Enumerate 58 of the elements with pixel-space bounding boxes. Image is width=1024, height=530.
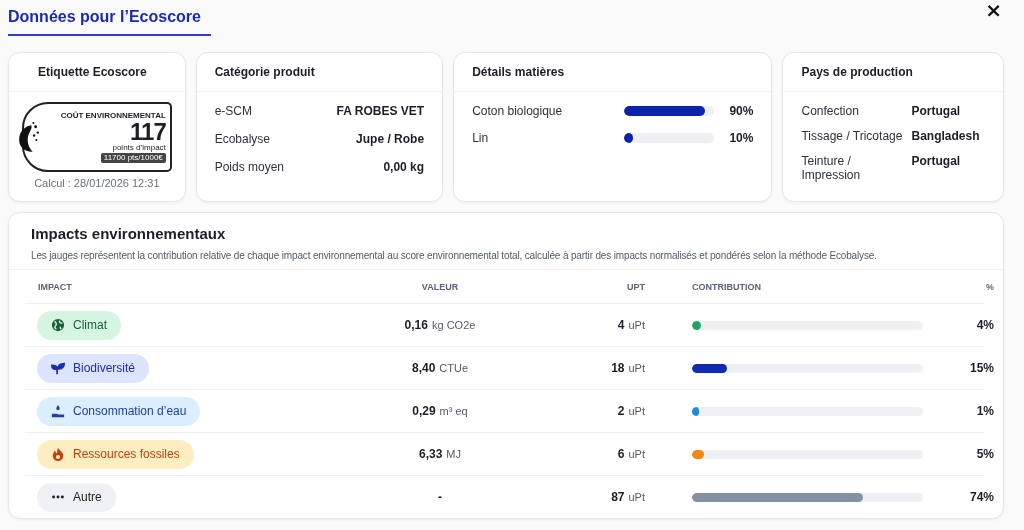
material-name: Coton biologique	[472, 104, 564, 118]
impact-value: 0,16 kg CO2e	[403, 318, 477, 332]
field-value: Portugal	[911, 154, 961, 170]
label-heading: COÛT ENVIRONNEMENTAL	[60, 111, 166, 120]
dialog-title: Données pour l’Ecoscore	[8, 8, 211, 36]
field-label: Confection	[801, 104, 860, 118]
field-value: Bangladesh	[911, 129, 980, 143]
material-percent: 90%	[729, 104, 754, 118]
computed-date: Calcul : 28/01/2026 12:31	[34, 177, 160, 189]
impact-value: 6,33 MJ	[418, 447, 462, 461]
column-header: IMPACT	[37, 281, 73, 292]
column-header: UPT	[626, 281, 645, 292]
contribution-percent: 74%	[968, 490, 994, 504]
field-label: e-SCM	[214, 104, 252, 118]
field-label: Ecobalyse	[214, 132, 270, 146]
field-value: FA ROBES VET	[336, 104, 425, 118]
card-title: Catégorie produit	[196, 53, 443, 92]
field-label: Teinture / Impression	[801, 154, 862, 182]
hand-drop-icon	[51, 404, 65, 418]
card-title: Pays de production	[783, 53, 1003, 92]
impact-points: 2 uPt	[616, 404, 645, 418]
flame-icon	[51, 447, 65, 461]
contribution-percent: 4%	[975, 318, 994, 332]
impact-value: -	[437, 490, 443, 504]
impact-value: 0,29 m³ eq	[411, 404, 469, 418]
ratio-badge: 11700 pts/1000€	[100, 152, 166, 163]
material-name: Lin	[472, 131, 490, 145]
field-value: Jupe / Robe	[356, 132, 425, 146]
impact-points: 18 uPt	[610, 361, 645, 375]
impact-points: 6 uPt	[616, 447, 645, 461]
impact-points: 87 uPt	[610, 490, 645, 504]
impact-tag: Consommation d’eau	[37, 396, 201, 426]
section-title: Impacts environnementaux	[31, 225, 227, 242]
impact-tag: Climat	[37, 310, 121, 340]
contribution-percent: 5%	[975, 447, 994, 461]
field-value: 0,00 kg	[383, 160, 425, 174]
globe-icon	[51, 318, 65, 332]
field-label: Poids moyen	[214, 160, 284, 174]
column-header: CONTRIBUTION	[691, 281, 762, 292]
field-label: Tissage / Tricotage	[801, 129, 904, 143]
card-title: Etiquette Ecoscore	[9, 53, 185, 92]
contribution-percent: 1%	[975, 404, 994, 418]
sprout-icon	[51, 361, 65, 375]
field-value: Portugal	[911, 104, 961, 118]
column-header: VALEUR	[420, 281, 460, 292]
column-header: %	[985, 281, 994, 292]
impact-tag: Biodiversité	[37, 353, 150, 383]
impact-tag: Autre	[37, 482, 116, 512]
contribution-percent: 15%	[968, 361, 994, 375]
score-number: 117	[130, 119, 166, 144]
card-title: Détails matières	[454, 53, 772, 92]
impact-value: 8,40 CTUe	[410, 361, 470, 375]
close-button[interactable]: ×	[983, 0, 1004, 20]
section-description: Les jauges représentent la contribution relative de chaque impact environnemental au score environnemental total, calculée à partir des impacts normalisés et pondérés selon la méthode Ecobalyse.	[31, 250, 878, 261]
impact-points: 4 uPt	[616, 318, 645, 332]
score-unit: points d’impact	[112, 143, 166, 152]
impact-tag: Ressources fossiles	[37, 439, 194, 469]
material-percent: 10%	[729, 131, 754, 145]
